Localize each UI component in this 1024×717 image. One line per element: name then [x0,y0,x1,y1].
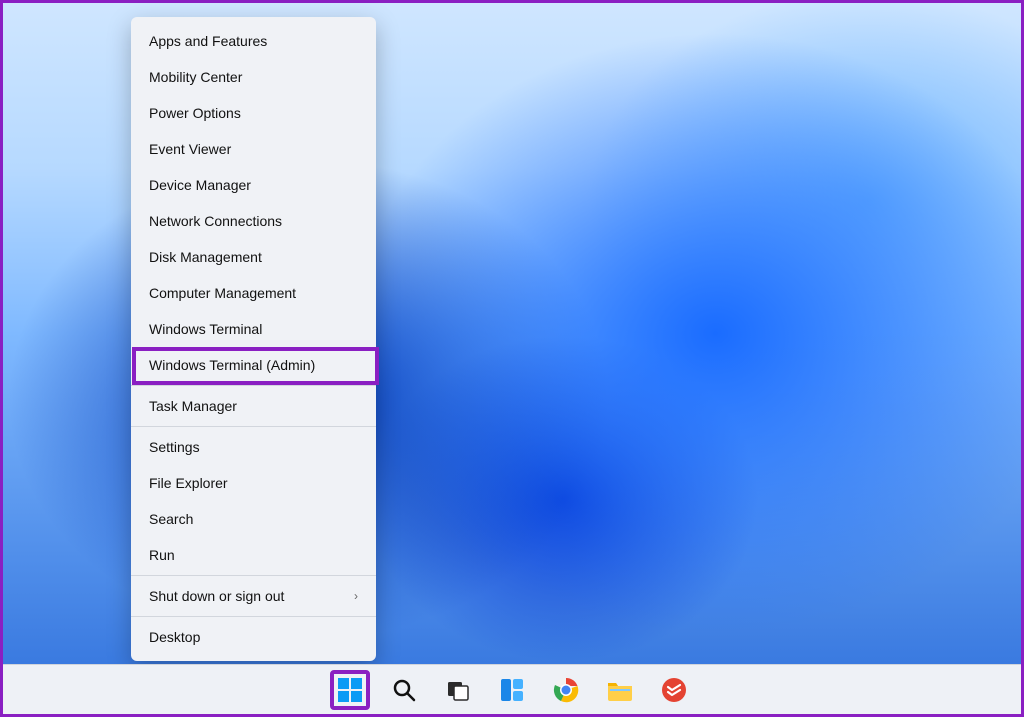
search-button[interactable] [384,670,424,710]
menu-item-label: Power Options [149,105,241,121]
menu-power-options[interactable]: Power Options [131,95,376,131]
menu-item-label: Windows Terminal [149,321,262,337]
menu-shutdown-signout[interactable]: Shut down or sign out › [131,578,376,614]
menu-file-explorer[interactable]: File Explorer [131,465,376,501]
menu-event-viewer[interactable]: Event Viewer [131,131,376,167]
menu-item-label: Mobility Center [149,69,242,85]
chevron-right-icon: › [354,589,358,603]
menu-item-label: Network Connections [149,213,282,229]
menu-item-label: File Explorer [149,475,228,491]
folder-icon [606,677,634,703]
chrome-icon [553,677,579,703]
menu-computer-management[interactable]: Computer Management [131,275,376,311]
menu-device-manager[interactable]: Device Manager [131,167,376,203]
menu-item-label: Device Manager [149,177,251,193]
menu-item-label: Desktop [149,629,200,645]
menu-mobility-center[interactable]: Mobility Center [131,59,376,95]
menu-separator [131,575,376,576]
menu-windows-terminal[interactable]: Windows Terminal [131,311,376,347]
task-view-icon [445,677,471,703]
menu-apps-and-features[interactable]: Apps and Features [131,23,376,59]
menu-item-label: Search [149,511,193,527]
windows-logo-icon [337,677,363,703]
widgets-icon [499,677,525,703]
menu-separator [131,616,376,617]
menu-run[interactable]: Run [131,537,376,573]
menu-separator [131,426,376,427]
menu-item-label: Apps and Features [149,33,267,49]
menu-separator [131,385,376,386]
menu-desktop[interactable]: Desktop [131,619,376,655]
widgets-button[interactable] [492,670,532,710]
menu-item-label: Disk Management [149,249,262,265]
menu-search[interactable]: Search [131,501,376,537]
task-view-button[interactable] [438,670,478,710]
menu-item-label: Settings [149,439,200,455]
file-explorer-button[interactable] [600,670,640,710]
menu-task-manager[interactable]: Task Manager [131,388,376,424]
menu-item-label: Event Viewer [149,141,231,157]
menu-item-label: Windows Terminal (Admin) [149,357,315,373]
start-context-menu: Apps and Features Mobility Center Power Op… [131,17,376,661]
menu-settings[interactable]: Settings [131,429,376,465]
menu-item-label: Shut down or sign out [149,588,284,604]
chrome-button[interactable] [546,670,586,710]
search-icon [391,677,417,703]
menu-windows-terminal-admin[interactable]: Windows Terminal (Admin) [131,347,376,383]
menu-disk-management[interactable]: Disk Management [131,239,376,275]
menu-item-label: Run [149,547,175,563]
todoist-icon [661,677,687,703]
desktop-wallpaper: Apps and Features Mobility Center Power Op… [3,3,1021,664]
start-button[interactable] [330,670,370,710]
menu-item-label: Computer Management [149,285,296,301]
taskbar [3,664,1021,714]
menu-item-label: Task Manager [149,398,237,414]
todoist-button[interactable] [654,670,694,710]
menu-network-connections[interactable]: Network Connections [131,203,376,239]
